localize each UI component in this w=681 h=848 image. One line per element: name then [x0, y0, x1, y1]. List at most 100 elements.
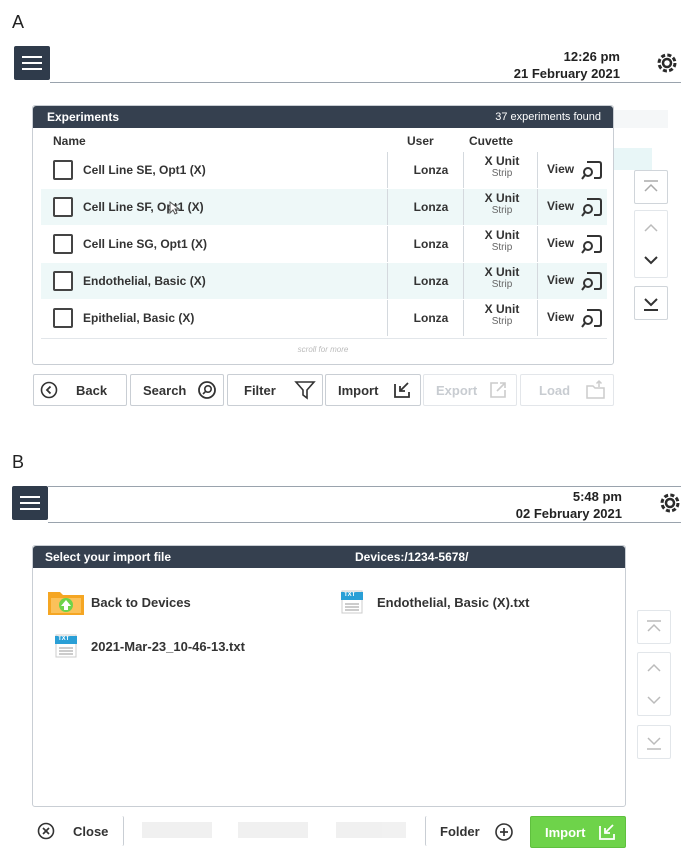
dialog-title: Select your import file [45, 550, 172, 564]
close-icon [37, 822, 55, 840]
export-button[interactable]: Export [423, 374, 517, 406]
search-icon [198, 381, 216, 399]
row-checkbox[interactable] [53, 197, 73, 217]
view-button[interactable]: View [547, 310, 574, 324]
device-path: Devices:/1234-5678/ [355, 550, 469, 564]
table-row[interactable]: Epithelial, Basic (X) Lonza X Unit Strip … [41, 300, 607, 336]
txt-file-icon: TXT [55, 634, 77, 658]
dialog-title: Experiments [47, 110, 120, 124]
experiment-name: Cell Line SF, Opt1 (X) [83, 200, 204, 214]
close-button[interactable]: Close [31, 816, 124, 846]
hamburger-menu-button[interactable] [12, 486, 48, 520]
cuvette-cell: X Unit Strip [484, 154, 520, 179]
panel-a-label: A [12, 12, 25, 32]
table-row[interactable]: Cell Line SG, Opt1 (X) Lonza X Unit Strip… [41, 226, 607, 262]
row-checkbox[interactable] [53, 271, 73, 291]
table-row[interactable]: Cell Line SE, Opt1 (X) Lonza X Unit Strip… [41, 152, 607, 188]
cuvette-cell: X Unit Strip [484, 191, 520, 216]
column-header-cuvette[interactable]: Cuvette [469, 134, 513, 148]
scroll-up-icon[interactable] [635, 211, 667, 243]
time-display: 12:26 pm [563, 49, 620, 64]
load-folder-icon [586, 379, 605, 399]
view-button[interactable]: View [547, 199, 574, 213]
import-icon [394, 382, 410, 398]
scroll-bottom-icon [647, 737, 661, 750]
back-arrow-icon [40, 381, 58, 399]
folder-button[interactable]: Folder [425, 816, 521, 846]
scroll-top-button[interactable] [637, 610, 671, 644]
experiments-dialog: Experiments 37 experiments found Name Us… [32, 105, 614, 365]
scroll-top-icon [644, 180, 658, 192]
date-display: 02 February 2021 [515, 506, 622, 521]
dialog-header: Experiments 37 experiments found [33, 106, 613, 128]
row-checkbox[interactable] [53, 234, 73, 254]
scroll-down-icon[interactable] [635, 245, 667, 277]
experiment-user: Lonza [413, 163, 449, 177]
scroll-updown-group [637, 652, 671, 716]
menu-icon [22, 56, 42, 58]
experiment-user: Lonza [413, 274, 449, 288]
add-folder-plus-icon [495, 823, 513, 841]
clock: 12:26 pm 21 February 2021 [460, 48, 620, 82]
view-button[interactable]: View [547, 273, 574, 287]
experiment-user: Lonza [413, 237, 449, 251]
import-file-dialog: Select your import file Devices:/1234-56… [32, 545, 626, 807]
view-magnifier-icon[interactable] [581, 233, 603, 255]
view-magnifier-icon[interactable] [581, 307, 603, 329]
txt-file-icon: TXT [341, 590, 363, 614]
filter-funnel-icon [294, 381, 316, 400]
column-header-user[interactable]: User [407, 134, 434, 148]
table-row[interactable]: Endothelial, Basic (X) Lonza X Unit Strip… [41, 263, 607, 299]
experiment-name: Endothelial, Basic (X) [83, 274, 206, 288]
row-checkbox[interactable] [53, 160, 73, 180]
menu-icon [20, 496, 40, 498]
settings-gear-icon[interactable] [657, 490, 681, 516]
date-display: 21 February 2021 [513, 66, 620, 81]
scroll-bottom-button[interactable] [637, 725, 671, 759]
cuvette-cell: X Unit Strip [484, 265, 520, 290]
filter-button[interactable]: Filter [227, 374, 323, 406]
scroll-bottom-button[interactable] [634, 286, 668, 320]
disabled-toolbar-ghost [130, 816, 420, 846]
import-button[interactable]: Import [325, 374, 421, 406]
experiment-user: Lonza [413, 200, 449, 214]
scroll-top-button[interactable] [634, 170, 668, 204]
scroll-hint: scroll for more [297, 345, 349, 354]
back-to-devices-item[interactable]: Back to Devices [47, 588, 327, 616]
scroll-updown-group [634, 210, 668, 278]
dialog-header: Select your import file Devices:/1234-56… [33, 546, 625, 568]
load-button[interactable]: Load [520, 374, 614, 406]
search-button[interactable]: Search [130, 374, 224, 406]
view-magnifier-icon[interactable] [581, 196, 603, 218]
results-count: 37 experiments found [495, 111, 601, 123]
experiment-name: Cell Line SE, Opt1 (X) [83, 163, 206, 177]
experiment-user: Lonza [413, 311, 449, 325]
time-display: 5:48 pm [572, 489, 622, 504]
view-magnifier-icon[interactable] [581, 159, 603, 181]
file-item[interactable]: TXT 2021-Mar-23_10-46-13.txt [55, 632, 335, 660]
view-magnifier-icon[interactable] [581, 270, 603, 292]
file-item[interactable]: TXT Endothelial, Basic (X).txt [341, 588, 621, 616]
cuvette-cell: X Unit Strip [484, 302, 520, 327]
back-button[interactable]: Back [33, 374, 127, 406]
column-header-name[interactable]: Name [53, 134, 86, 148]
scroll-up-icon[interactable] [638, 653, 670, 683]
view-button[interactable]: View [547, 162, 574, 176]
scroll-top-icon [647, 620, 661, 632]
import-confirm-button[interactable]: Import [530, 816, 626, 848]
row-checkbox[interactable] [53, 308, 73, 328]
hamburger-menu-button[interactable] [14, 46, 50, 80]
folder-up-icon [48, 592, 84, 615]
clock: 5:48 pm 02 February 2021 [462, 488, 622, 522]
scroll-bottom-icon [644, 298, 658, 311]
export-icon [490, 382, 506, 398]
mouse-cursor-icon [169, 201, 181, 215]
settings-gear-icon[interactable] [654, 50, 680, 76]
experiment-name: Cell Line SG, Opt1 (X) [83, 237, 208, 251]
panel-b-label: B [12, 452, 25, 472]
import-icon [599, 824, 615, 840]
scroll-down-icon[interactable] [638, 685, 670, 715]
cuvette-cell: X Unit Strip [484, 228, 520, 253]
view-button[interactable]: View [547, 236, 574, 250]
table-row[interactable]: Cell Line SF, Opt1 (X) Lonza X Unit Strip… [41, 189, 607, 225]
